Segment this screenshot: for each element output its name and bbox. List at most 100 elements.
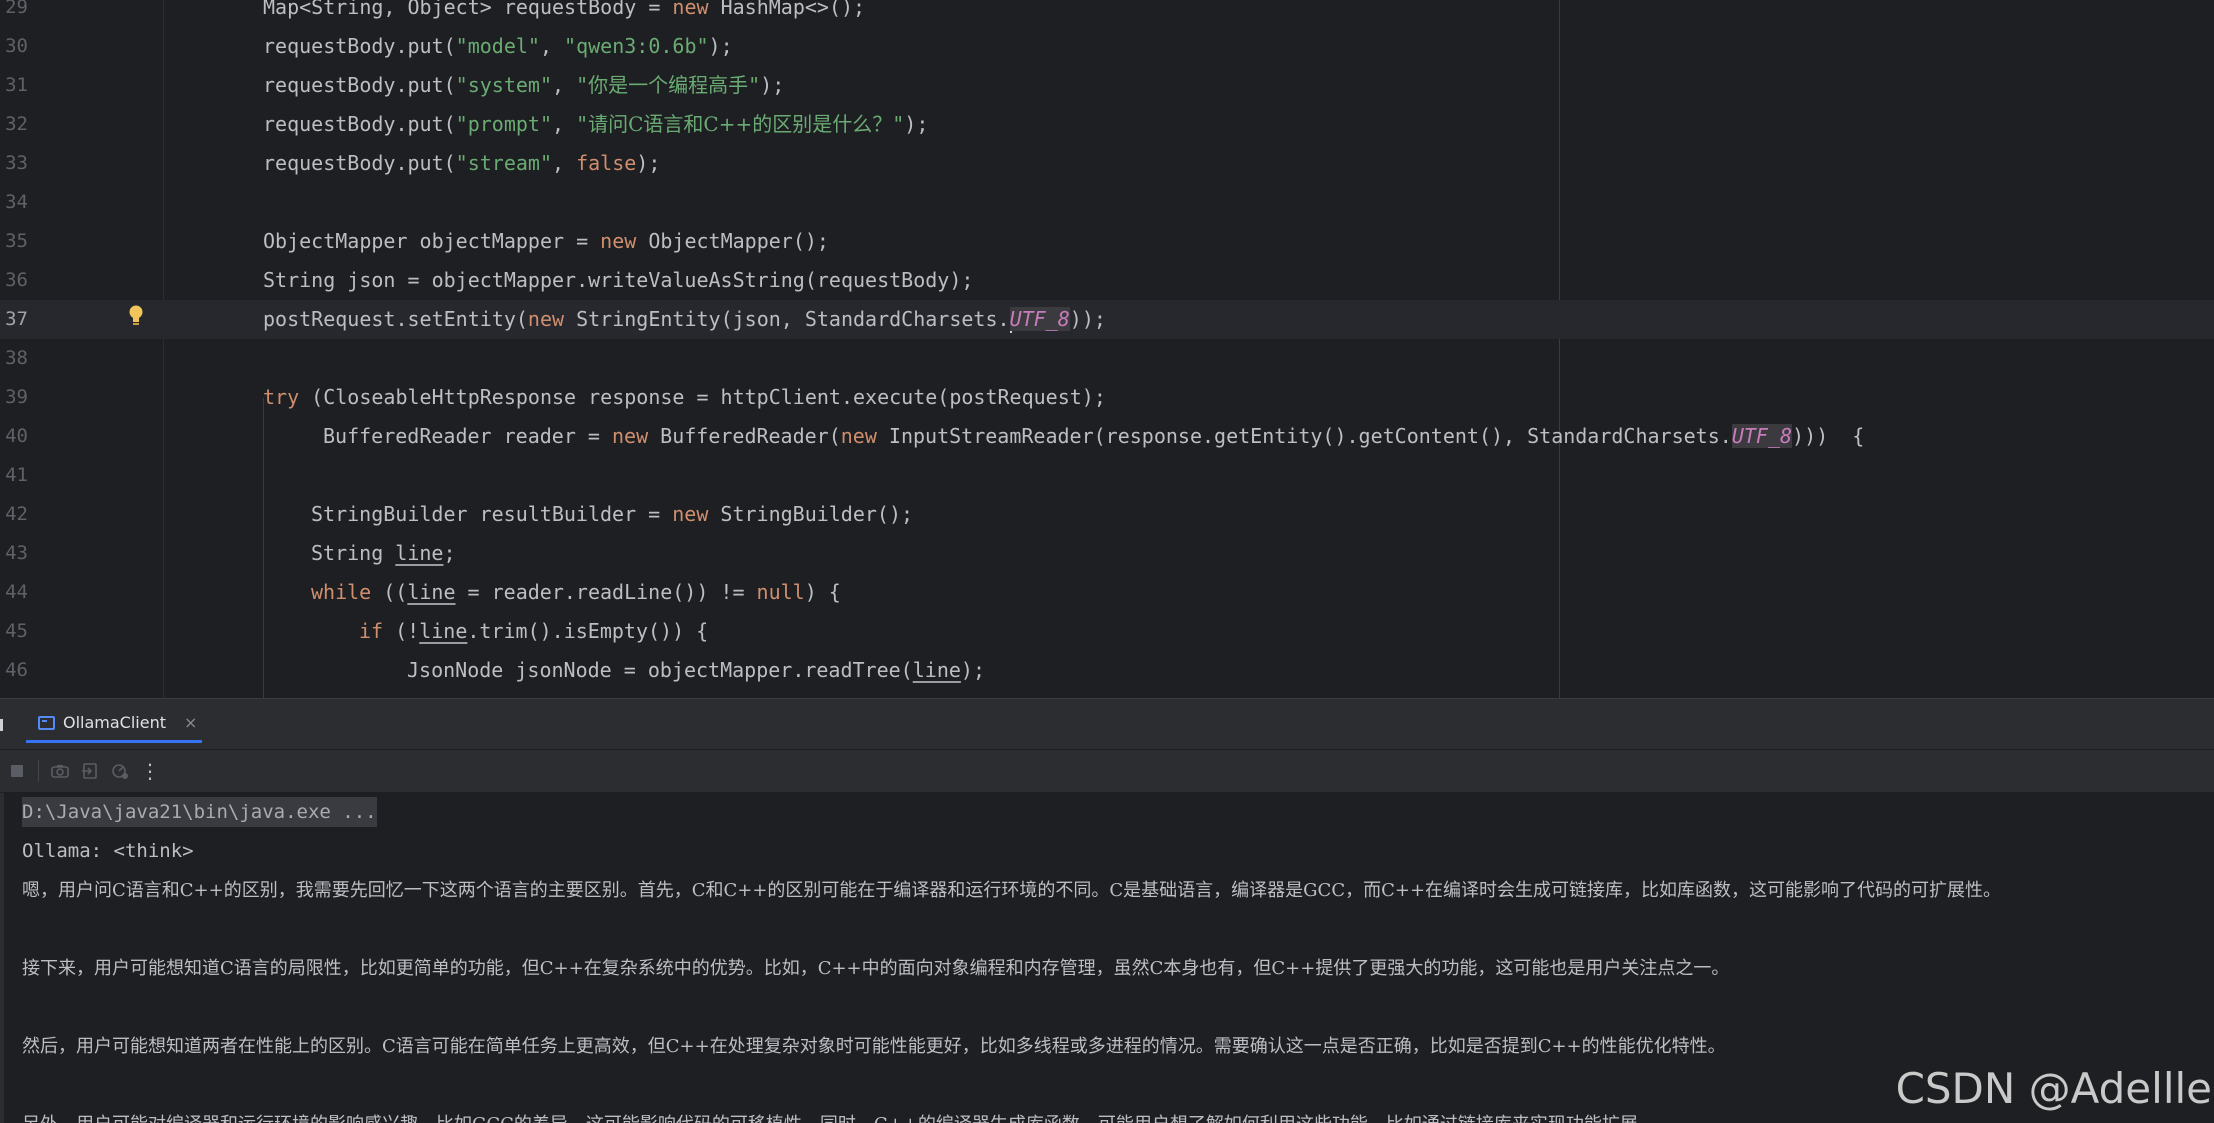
code-token: ((: [371, 580, 408, 604]
code-token: postRequest.setEntity(: [263, 307, 528, 331]
line-number: 39: [5, 386, 28, 408]
variable-token: line: [407, 580, 456, 604]
code-token: ObjectMapper();: [636, 229, 829, 253]
keyword-token: try: [263, 385, 300, 409]
code-line[interactable]: 37 postRequest.setEntity(new StringEntity…: [0, 300, 2214, 339]
code-token: (CloseableHttpResponse response = httpCl…: [299, 385, 1106, 409]
code-token: InputStreamReader(response.getEntity().g…: [876, 424, 1732, 448]
code-editor[interactable]: 29 Map<String, Object> requestBody = new …: [0, 0, 2214, 698]
camera-icon[interactable]: [45, 756, 75, 786]
code-line[interactable]: 42 StringBuilder resultBuilder = new Stri…: [0, 495, 2214, 534]
code-token: ));: [1069, 307, 1106, 331]
code-text[interactable]: JsonNode jsonNode = objectMapper.readTre…: [407, 651, 985, 690]
run-tabs-bar: OllamaClient ×: [0, 699, 2214, 749]
code-line[interactable]: 41: [0, 456, 2214, 495]
code-text[interactable]: try (CloseableHttpResponse response = ht…: [263, 378, 1106, 417]
line-number: 42: [5, 503, 28, 525]
string-token: 请问C语言和C++的区别是什么？: [588, 112, 893, 136]
code-line[interactable]: 34: [0, 183, 2214, 222]
line-number: 43: [5, 542, 28, 564]
tab-ollamaclient[interactable]: OllamaClient ×: [26, 705, 202, 743]
code-token: ;: [443, 541, 456, 565]
code-token: ,: [539, 34, 565, 58]
code-token: BufferedReader(: [648, 424, 841, 448]
keyword-token: while: [311, 580, 372, 604]
code-token: String: [311, 541, 396, 565]
keyword-token: new: [672, 0, 709, 19]
application-icon: [38, 715, 55, 730]
code-token: ObjectMapper objectMapper =: [263, 229, 601, 253]
code-token: StringEntity(json, StandardCharsets.: [564, 307, 1010, 331]
lightbulb-icon[interactable]: [128, 304, 144, 328]
string-token: "stream": [455, 151, 552, 175]
code-token: requestBody.put(: [263, 34, 456, 58]
code-text[interactable]: requestBody.put("model", "qwen3:0.6b");: [263, 27, 733, 66]
code-line[interactable]: 46 JsonNode jsonNode = objectMapper.readT…: [0, 651, 2214, 690]
console-output[interactable]: D:\Java\java21\bin\java.exe ... Ollama: …: [0, 793, 2214, 1123]
code-line[interactable]: 38: [0, 339, 2214, 378]
code-text[interactable]: Map<String, Object> requestBody = new Ha…: [263, 0, 865, 27]
code-token: requestBody.put(: [263, 73, 456, 97]
code-text[interactable]: while ((line = reader.readLine()) != nul…: [311, 573, 841, 612]
code-line[interactable]: 36 String json = objectMapper.writeValueA…: [0, 261, 2214, 300]
code-text[interactable]: BufferedReader reader = new BufferedRead…: [323, 417, 1864, 456]
code-line[interactable]: 35 ObjectMapper objectMapper = new Object…: [0, 222, 2214, 261]
run-toolbar: ⋮: [0, 750, 2214, 792]
code-text[interactable]: ObjectMapper objectMapper = new ObjectMa…: [263, 222, 829, 261]
line-number: 31: [5, 74, 28, 96]
string-token: "system": [455, 73, 552, 97]
code-token: ,: [551, 151, 577, 175]
code-text[interactable]: String line;: [311, 534, 456, 573]
code-token: requestBody.put(: [263, 151, 456, 175]
code-text[interactable]: requestBody.put("system", "你是一个编程高手");: [263, 66, 784, 105]
line-number: 34: [5, 191, 28, 213]
csdn-watermark: CSDN @Adellle: [1895, 1064, 2212, 1113]
restart-icon[interactable]: [105, 756, 135, 786]
string-token: ": [892, 112, 905, 136]
stop-icon[interactable]: [2, 756, 32, 786]
code-text[interactable]: postRequest.setEntity(new StringEntity(j…: [263, 300, 1106, 339]
string-token: 你是一个编程高手: [588, 73, 749, 97]
line-number: 30: [5, 35, 28, 57]
code-token: );: [708, 34, 733, 58]
code-token: HashMap<>();: [708, 0, 866, 19]
code-token: ,: [551, 73, 577, 97]
code-token: );: [960, 658, 985, 682]
code-text[interactable]: requestBody.put("stream", false);: [263, 144, 660, 183]
console-command-line: D:\Java\java21\bin\java.exe ...: [22, 793, 377, 832]
close-tab-icon[interactable]: ×: [184, 713, 197, 732]
code-token: BufferedReader reader =: [323, 424, 612, 448]
code-text[interactable]: String json = objectMapper.writeValueAsS…: [263, 261, 973, 300]
code-line[interactable]: 43 String line;: [0, 534, 2214, 573]
console-gutter: [0, 793, 4, 1123]
line-number: 41: [5, 464, 28, 486]
code-text[interactable]: StringBuilder resultBuilder = new String…: [311, 495, 913, 534]
tool-window-stripe-marker: [0, 719, 3, 731]
code-line[interactable]: 40 BufferedReader reader = new BufferedRe…: [0, 417, 2214, 456]
line-number: 40: [5, 425, 28, 447]
code-line[interactable]: 39 try (CloseableHttpResponse response = …: [0, 378, 2214, 417]
export-icon[interactable]: [75, 756, 105, 786]
line-number: 46: [5, 659, 28, 681]
code-token: ))) {: [1792, 424, 1865, 448]
code-text[interactable]: requestBody.put("prompt", "请问C语言和C++的区别是…: [263, 105, 928, 144]
code-token: ,: [551, 112, 577, 136]
tab-label: OllamaClient: [63, 713, 166, 732]
code-token: ) {: [804, 580, 841, 604]
code-token: );: [636, 151, 661, 175]
console-line: Ollama: <think>: [22, 840, 194, 862]
code-line[interactable]: 45 if (!line.trim().isEmpty()) {: [0, 612, 2214, 651]
code-line[interactable]: 29 Map<String, Object> requestBody = new …: [0, 0, 2214, 27]
java-command[interactable]: D:\Java\java21\bin\java.exe ...: [22, 797, 377, 827]
line-number: 32: [5, 113, 28, 135]
more-icon[interactable]: ⋮: [135, 756, 165, 786]
code-line[interactable]: 32 requestBody.put("prompt", "请问C语言和C++的区…: [0, 105, 2214, 144]
code-line[interactable]: 44 while ((line = reader.readLine()) != n…: [0, 573, 2214, 612]
keyword-token: null: [756, 580, 805, 604]
code-line[interactable]: 31 requestBody.put("system", "你是一个编程高手");: [0, 66, 2214, 105]
keyword-token: if: [359, 619, 384, 643]
code-text[interactable]: if (!line.trim().isEmpty()) {: [359, 612, 708, 651]
code-line[interactable]: 30 requestBody.put("model", "qwen3:0.6b")…: [0, 27, 2214, 66]
variable-token: line: [419, 619, 468, 643]
code-line[interactable]: 33 requestBody.put("stream", false);: [0, 144, 2214, 183]
